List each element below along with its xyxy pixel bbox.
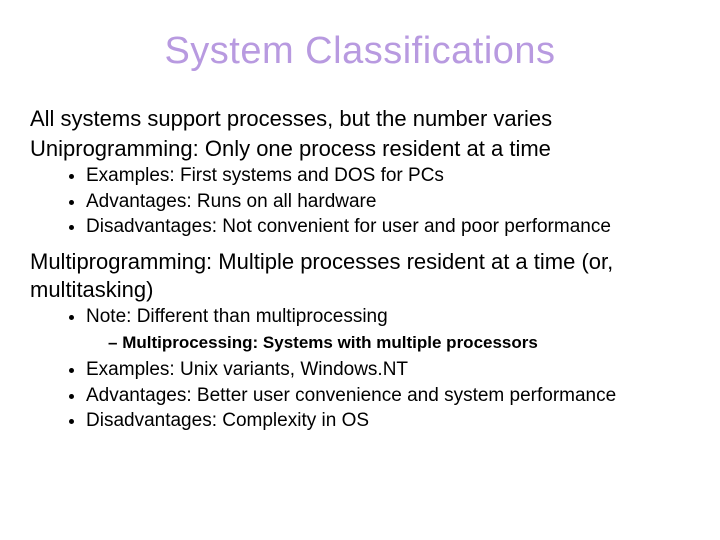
sub-list-item: Multiprocessing: Systems with multiple p… — [108, 332, 690, 354]
multiprogramming-list: Note: Different than multiprocessing Mul… — [30, 305, 690, 434]
list-item: Advantages: Runs on all hardware — [86, 190, 690, 215]
slide: System Classifications All systems suppo… — [0, 0, 720, 540]
list-item: Examples: Unix variants, Windows.NT — [86, 358, 690, 383]
list-item: Disadvantages: Not convenient for user a… — [86, 215, 690, 240]
uniprogramming-list: Examples: First systems and DOS for PCs … — [30, 164, 690, 240]
note-text: Note: Different than multiprocessing — [86, 306, 388, 327]
note-sublist: Multiprocessing: Systems with multiple p… — [86, 332, 690, 354]
uniprogramming-heading: Uniprogramming: Only one process residen… — [30, 135, 690, 163]
list-item: Examples: First systems and DOS for PCs — [86, 164, 690, 189]
multiprogramming-heading: Multiprogramming: Multiple processes res… — [30, 248, 690, 303]
intro-text: All systems support processes, but the n… — [30, 105, 690, 133]
list-item: Note: Different than multiprocessing Mul… — [86, 305, 690, 354]
list-item: Disadvantages: Complexity in OS — [86, 409, 690, 434]
slide-title: System Classifications — [30, 30, 690, 73]
list-item: Advantages: Better user convenience and … — [86, 384, 690, 409]
